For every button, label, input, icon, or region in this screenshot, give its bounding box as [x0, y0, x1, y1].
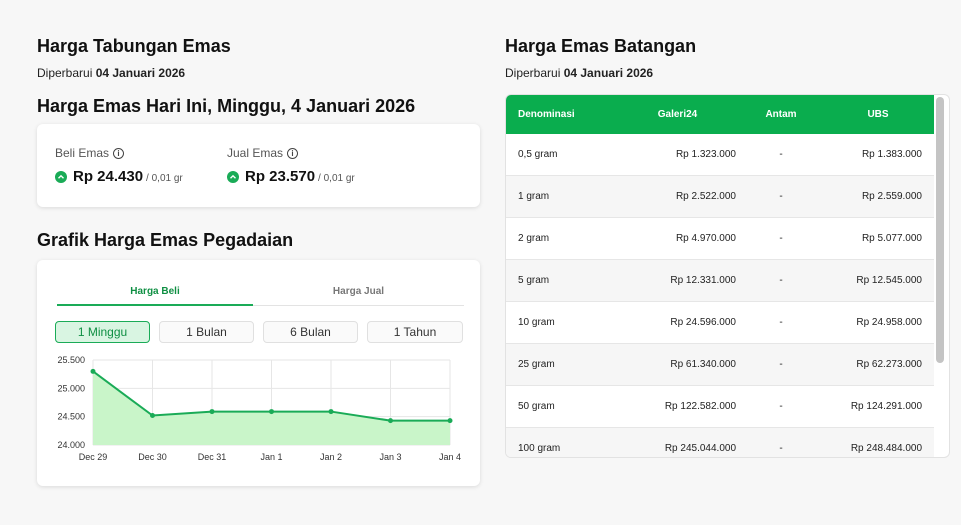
cell-denominasi: 5 gram — [506, 259, 615, 302]
cell-ubs: Rp 248.484.000 — [822, 427, 934, 457]
cell-ubs: Rp 5.077.000 — [822, 217, 934, 260]
y-tick-label: 25.500 — [57, 355, 85, 365]
table-row: 0,5 gram Rp 1.323.000- Rp 1.383.000 — [506, 134, 934, 176]
y-tick-label: 25.000 — [57, 383, 85, 393]
header-ubs: UBS — [822, 95, 934, 134]
cell-ubs: Rp 24.958.000 — [822, 301, 934, 344]
today-title: Harga Emas Hari Ini, Minggu, 4 Januari 2… — [37, 96, 416, 116]
cell-antam: - — [740, 301, 822, 344]
data-point[interactable] — [328, 409, 334, 415]
table-row: 5 gram Rp 12.331.000- Rp 12.545.000 — [506, 259, 934, 302]
sell-price-unit: / 0,01 gr — [318, 173, 355, 184]
header-galeri24: Galeri24 — [615, 95, 740, 134]
sell-price-value: Rp 23.570 — [245, 168, 316, 185]
table-scrollbar[interactable] — [936, 97, 944, 363]
x-tick-label: Jan 1 — [260, 452, 282, 462]
table-row: 1 gram Rp 2.522.000- Rp 2.559.000 — [506, 175, 934, 218]
cell-galeri24: Rp 245.044.000 — [615, 427, 740, 457]
gold-bar-table: Denominasi Galeri24 Antam UBS 0,5 gram Rp… — [506, 95, 934, 457]
cell-galeri24: Rp 2.522.000 — [615, 175, 740, 218]
today-price-card: Beli Emas i Rp 24.430 / 0,01 gr Jual Ema… — [37, 124, 480, 207]
table-row: 2 gram Rp 4.970.000- Rp 5.077.000 — [506, 217, 934, 260]
buy-label: Beli Emas i — [55, 146, 125, 160]
savings-title: Harga Tabungan Emas — [37, 36, 231, 56]
cell-galeri24: Rp 4.970.000 — [615, 217, 740, 260]
sell-price: Rp 23.570 / 0,01 gr — [227, 168, 355, 185]
cell-antam: - — [740, 427, 822, 457]
cell-denominasi: 0,5 gram — [506, 134, 615, 176]
cell-galeri24: Rp 122.582.000 — [615, 385, 740, 428]
cell-ubs: Rp 1.383.000 — [822, 134, 934, 176]
sell-label: Jual Emas i — [227, 146, 299, 160]
x-tick-label: Jan 3 — [379, 452, 401, 462]
header-denominasi: Denominasi — [506, 95, 615, 134]
cell-galeri24: Rp 61.340.000 — [615, 343, 740, 386]
bars-updated: Diperbarui 04 Januari 2026 — [505, 66, 653, 80]
buy-price: Rp 24.430 / 0,01 gr — [55, 168, 183, 185]
cell-denominasi: 25 gram — [506, 343, 615, 386]
header-antam: Antam — [740, 95, 822, 134]
chart-card: Harga Beli Harga Jual 1 Minggu 1 Bulan 6… — [37, 260, 480, 486]
cell-ubs: Rp 62.273.000 — [822, 343, 934, 386]
data-point[interactable] — [209, 409, 215, 415]
table-row: 25 gram Rp 61.340.000- Rp 62.273.000 — [506, 343, 934, 386]
cell-antam: - — [740, 217, 822, 260]
cell-galeri24: Rp 1.323.000 — [615, 134, 740, 176]
table-header-row: Denominasi Galeri24 Antam UBS — [506, 95, 934, 134]
cell-denominasi: 10 gram — [506, 301, 615, 344]
cell-antam: - — [740, 343, 822, 386]
cell-ubs: Rp 12.545.000 — [822, 259, 934, 302]
cell-antam: - — [740, 175, 822, 218]
y-tick-label: 24.000 — [57, 440, 85, 450]
cell-denominasi: 100 gram — [506, 427, 615, 457]
x-tick-label: Jan 4 — [439, 452, 461, 462]
table-row: 10 gram Rp 24.596.000- Rp 24.958.000 — [506, 301, 934, 344]
x-tick-label: Dec 29 — [79, 452, 108, 462]
cell-galeri24: Rp 12.331.000 — [615, 259, 740, 302]
price-chart: 24.000 24.500 25.000 25.500 Dec 29 Dec 30 Dec… — [57, 355, 461, 462]
cell-antam: - — [740, 259, 822, 302]
cell-antam: - — [740, 134, 822, 176]
cell-ubs: Rp 124.291.000 — [822, 385, 934, 428]
cell-galeri24: Rp 24.596.000 — [615, 301, 740, 344]
updated-date: 04 Januari 2026 — [563, 66, 654, 80]
info-icon[interactable]: i — [287, 147, 299, 159]
bars-title: Harga Emas Batangan — [505, 36, 697, 56]
arrow-up-icon — [227, 170, 239, 183]
cell-denominasi: 2 gram — [506, 217, 615, 260]
cell-denominasi: 50 gram — [506, 385, 615, 428]
x-tick-label: Dec 31 — [198, 452, 227, 462]
arrow-up-icon — [55, 170, 67, 183]
cell-ubs: Rp 2.559.000 — [822, 175, 934, 218]
x-tick-label: Jan 2 — [320, 452, 342, 462]
table-row: 100 gram Rp 245.044.000- Rp 248.484.000 — [506, 427, 934, 457]
updated-date: 04 Januari 2026 — [95, 66, 186, 80]
x-tick-label: Dec 30 — [138, 452, 167, 462]
data-point[interactable] — [447, 418, 453, 424]
cell-antam: - — [740, 385, 822, 428]
buy-price-unit: / 0,01 gr — [146, 173, 183, 184]
gold-bar-table-container[interactable]: Denominasi Galeri24 Antam UBS 0,5 gram Rp… — [505, 94, 950, 458]
updated-prefix: Diperbarui — [505, 66, 561, 80]
y-tick-label: 24.500 — [57, 412, 85, 422]
savings-updated: Diperbarui 04 Januari 2026 — [37, 66, 185, 80]
data-point[interactable] — [388, 418, 393, 424]
buy-price-value: Rp 24.430 — [73, 168, 144, 185]
updated-prefix: Diperbarui — [37, 66, 93, 80]
chart-section-title: Grafik Harga Emas Pegadaian — [37, 230, 294, 250]
cell-denominasi: 1 gram — [506, 175, 615, 218]
data-point[interactable] — [150, 413, 155, 419]
sell-label-text: Jual Emas — [227, 146, 284, 160]
info-icon[interactable]: i — [113, 147, 125, 159]
buy-label-text: Beli Emas — [55, 146, 110, 160]
data-point[interactable] — [269, 409, 274, 415]
table-row: 50 gram Rp 122.582.000- Rp 124.291.000 — [506, 385, 934, 428]
data-point[interactable] — [90, 368, 96, 374]
